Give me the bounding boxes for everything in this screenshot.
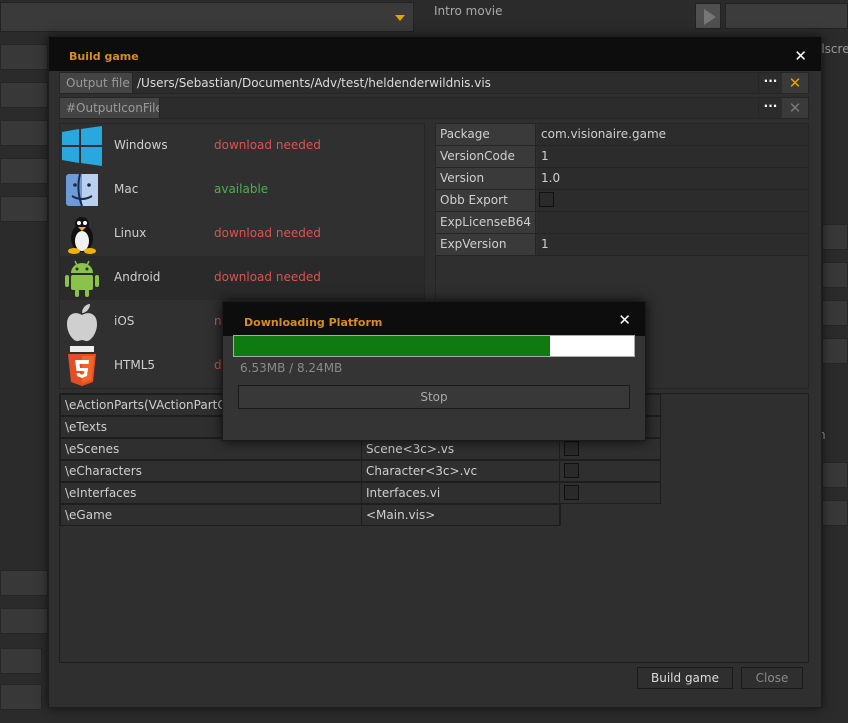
part-file: Character<3c>.vc: [362, 461, 560, 481]
downloading-platform-dialog: Downloading Platform ✕ 6.53MB / 8.24MB S…: [222, 301, 646, 441]
table-row[interactable]: \eCharacters Character<3c>.vc: [60, 460, 661, 482]
output-file-input[interactable]: /Users/Sebastian/Documents/Adv/test/held…: [132, 73, 758, 93]
platform-status: available: [214, 182, 269, 196]
background-row: [0, 158, 48, 184]
property-row-explicenseb64: ExpLicenseB64: [436, 212, 808, 234]
android-icon: [65, 260, 99, 297]
property-value: [537, 190, 808, 211]
dialog-title: Build game: [69, 50, 139, 63]
part-file: Interfaces.vi: [362, 483, 560, 503]
property-row-version: Version 1.0: [436, 168, 808, 190]
part-name: \eGame: [61, 505, 362, 525]
background-row: [0, 570, 48, 596]
output-file-label: Output file: [60, 73, 132, 93]
property-key: Version: [436, 168, 536, 189]
property-row-versioncode: VersionCode 1: [436, 146, 808, 168]
background-row: [0, 44, 48, 70]
part-name: \eCharacters: [61, 461, 362, 481]
popup-close-icon[interactable]: ✕: [618, 311, 631, 329]
dropdown-arrow-icon: [395, 15, 405, 21]
apple-icon: [67, 304, 97, 342]
platform-status: download needed: [214, 138, 321, 152]
windows-icon: [62, 126, 102, 166]
property-row-package: Package com.visionaire.game: [436, 124, 808, 146]
background-row: [0, 120, 48, 146]
platform-name: Linux: [114, 226, 147, 240]
part-checkbox[interactable]: [564, 441, 579, 456]
intro-movie-field[interactable]: [725, 3, 848, 29]
platform-item-android[interactable]: Android download needed: [60, 256, 424, 300]
stop-button[interactable]: Stop: [238, 385, 630, 409]
property-row-obb-export: Obb Export: [436, 190, 808, 212]
table-row[interactable]: \eInterfaces Interfaces.vi: [60, 482, 661, 504]
output-file-row: Output file /Users/Sebastian/Documents/A…: [59, 72, 809, 94]
background-row: [822, 338, 848, 364]
dialog-titlebar: Build game ✕: [49, 37, 821, 71]
platform-name: Mac: [114, 182, 139, 196]
property-key: Package: [436, 124, 536, 145]
mac-finder-icon: [66, 173, 98, 207]
property-key: ExpLicenseB64: [436, 212, 536, 233]
property-value[interactable]: com.visionaire.game: [537, 124, 808, 145]
background-row: [822, 500, 848, 526]
platform-item-linux[interactable]: Linux download needed: [60, 212, 424, 256]
property-value[interactable]: 1: [537, 234, 808, 255]
dialog-close-icon[interactable]: ✕: [794, 47, 807, 65]
part-name: \eInterfaces: [61, 483, 362, 503]
background-row: [822, 462, 848, 488]
part-checkbox[interactable]: [564, 485, 579, 500]
background-spinner[interactable]: [0, 648, 42, 674]
background-row: [822, 224, 848, 250]
output-file-clear-icon[interactable]: ✕: [782, 73, 808, 93]
property-row-expversion: ExpVersion 1: [436, 234, 808, 256]
output-icon-clear-icon[interactable]: ✕: [782, 98, 808, 118]
property-key: Obb Export: [436, 190, 536, 211]
play-icon[interactable]: [695, 3, 721, 29]
platform-name: HTML5: [114, 358, 156, 372]
output-icon-input[interactable]: [159, 98, 758, 118]
background-spinner[interactable]: [0, 684, 42, 710]
property-value[interactable]: 1: [537, 146, 808, 167]
download-progress-fill: [234, 336, 550, 356]
table-row[interactable]: \eScenes Scene<3c>.vs: [60, 438, 661, 460]
part-name: \eScenes: [61, 439, 362, 459]
platform-status: download needed: [214, 226, 321, 240]
output-icon-row: #OutputIconFile ··· ✕: [59, 97, 809, 119]
linux-tux-icon: [68, 217, 96, 254]
part-file: <Main.vis>: [362, 505, 560, 525]
close-button[interactable]: Close: [741, 667, 803, 689]
output-icon-label: #OutputIconFile: [60, 98, 163, 118]
popup-titlebar: Downloading Platform ✕: [223, 302, 645, 336]
platform-status: download needed: [214, 270, 321, 284]
background-combobox[interactable]: [0, 2, 414, 32]
background-label-cut: llscre: [818, 42, 848, 56]
part-file: Scene<3c>.vs: [362, 439, 560, 459]
background-row: [0, 196, 48, 222]
property-key: VersionCode: [436, 146, 536, 167]
background-row: [822, 262, 848, 288]
download-progress-bar: [233, 335, 635, 357]
build-game-button[interactable]: Build game: [637, 667, 733, 689]
background-row: [0, 82, 48, 108]
popup-title: Downloading Platform: [244, 316, 383, 329]
intro-movie-label: Intro movie: [434, 4, 503, 18]
part-checkbox[interactable]: [564, 463, 579, 478]
download-size-text: 6.53MB / 8.24MB: [240, 361, 343, 375]
background-row: [822, 300, 848, 326]
background-row: [0, 608, 48, 634]
output-icon-browse-button[interactable]: ···: [758, 98, 782, 118]
html5-icon: [68, 346, 96, 386]
output-file-browse-button[interactable]: ···: [758, 73, 782, 93]
property-key: ExpVersion: [436, 234, 536, 255]
platform-name: iOS: [114, 314, 135, 328]
table-row[interactable]: \eGame <Main.vis>: [60, 504, 561, 526]
property-value[interactable]: 1.0: [537, 168, 808, 189]
platform-item-mac[interactable]: Mac available: [60, 168, 424, 212]
platform-name: Android: [114, 270, 161, 284]
platform-name: Windows: [114, 138, 168, 152]
property-value[interactable]: [537, 212, 808, 233]
platform-item-windows[interactable]: Windows download needed: [60, 124, 424, 168]
obb-export-checkbox[interactable]: [539, 192, 554, 207]
